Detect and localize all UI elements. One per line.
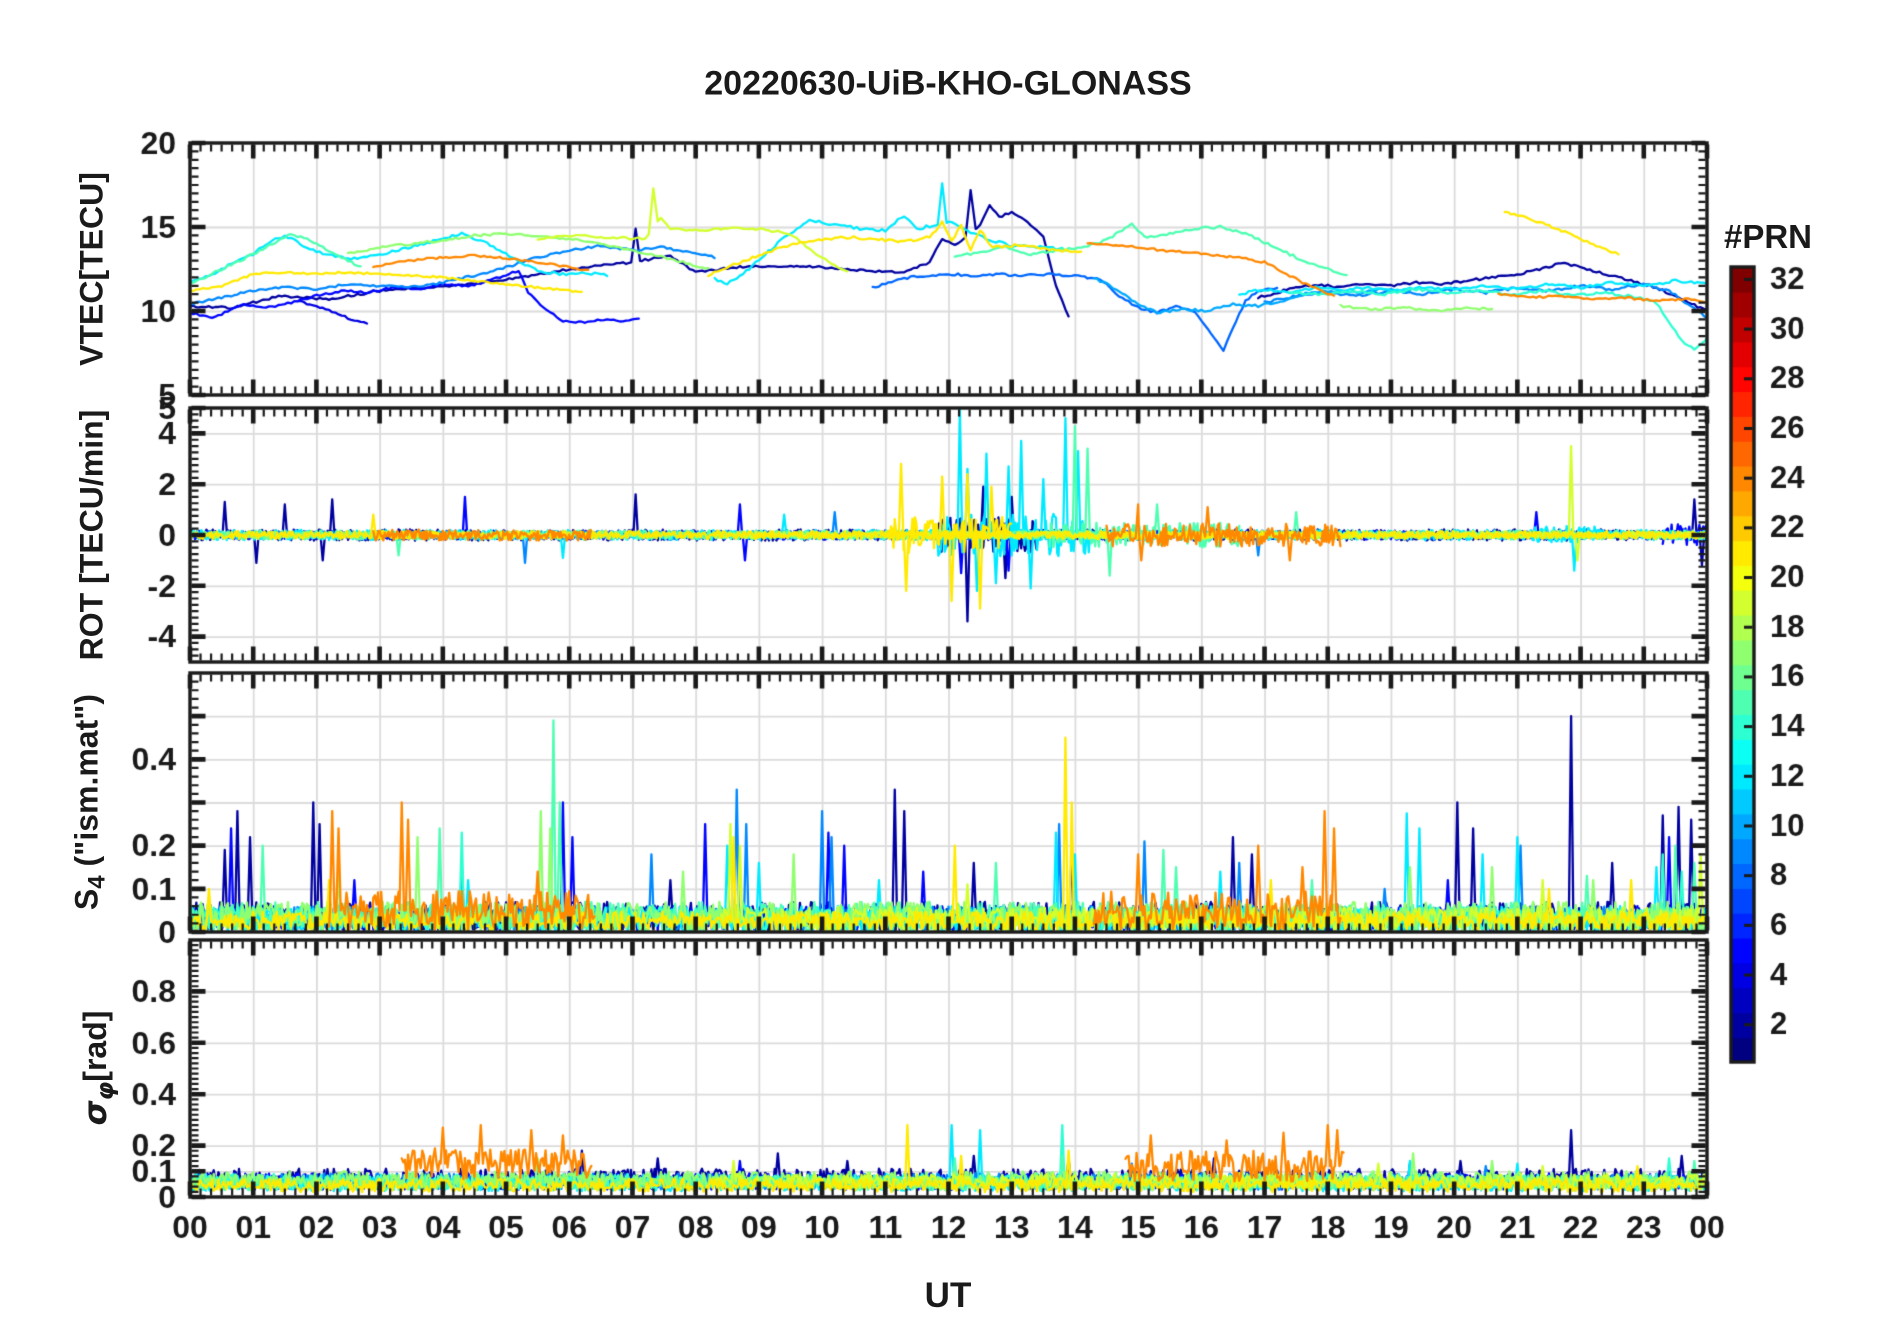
phi-subscript: φ (91, 1081, 120, 1101)
y-axis-label-vtec: VTEC[TECU] (74, 172, 111, 366)
s4-subscript: 4 (83, 875, 111, 889)
y-axis-label-s4: S4 ("ism.mat") (68, 694, 111, 910)
y-axis-label-sigma-phi: σφ[rad] (76, 1011, 120, 1126)
sigma-symbol: σ (75, 1100, 114, 1126)
x-axis-label: UT (924, 1276, 972, 1315)
s4-suffix: ("ism.mat") (68, 693, 105, 876)
chart-title: 20220630-UiB-KHO-GLONASS (704, 64, 1192, 103)
chart-canvas (0, 0, 1902, 1330)
y-axis-label-rot-text: ROT [TECU/min] (73, 409, 110, 661)
y-axis-label-vtec-text: VTEC[TECU] (73, 172, 110, 366)
y-axis-label-rot: ROT [TECU/min] (74, 410, 111, 661)
rad-unit: [rad] (76, 1010, 113, 1082)
colorbar-title: #PRN (1723, 218, 1813, 255)
figure: 20220630-UiB-KHO-GLONASS VTEC[TECU] ROT … (0, 0, 1902, 1330)
s4-symbol: S (68, 888, 105, 911)
